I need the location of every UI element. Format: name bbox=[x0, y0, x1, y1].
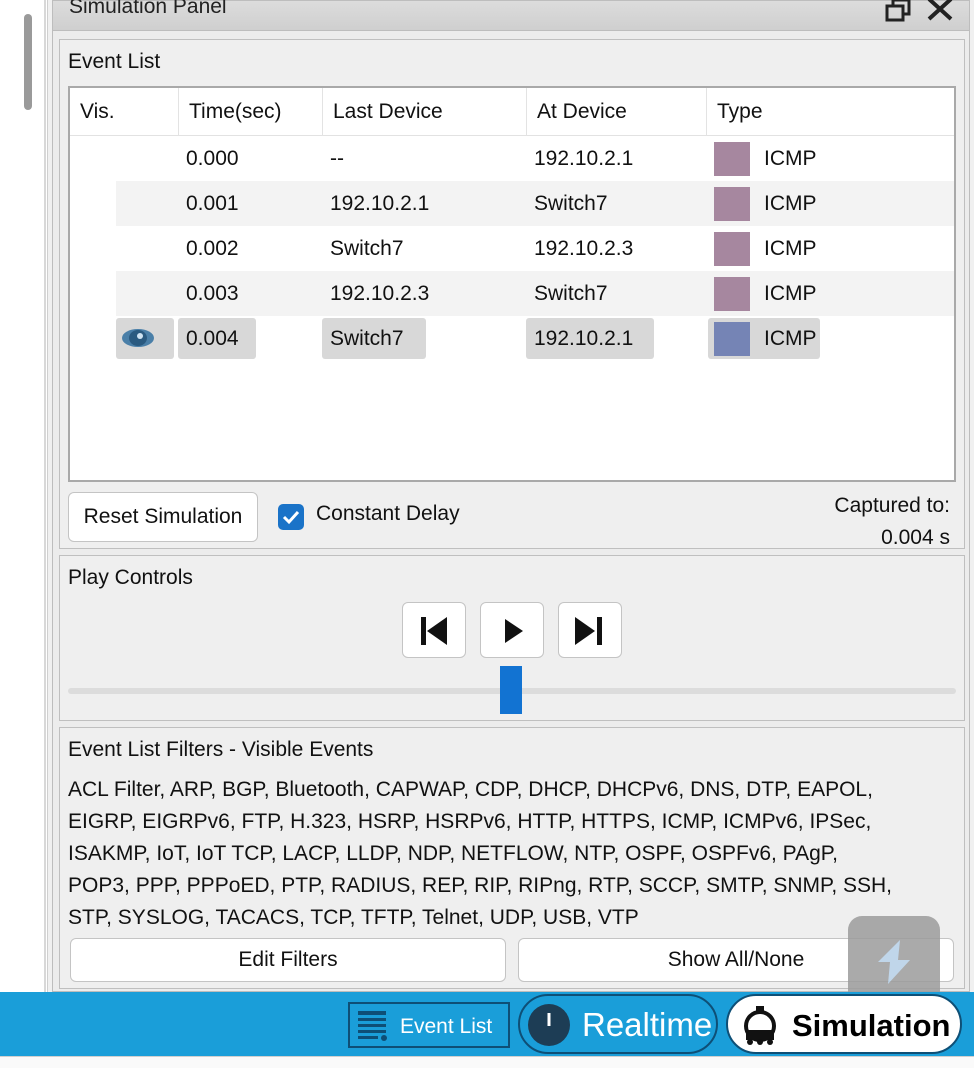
filter-line: ACL Filter, ARP, BGP, Bluetooth, CAPWAP,… bbox=[68, 778, 873, 801]
event-list-icon bbox=[358, 1011, 387, 1041]
at-device-cell: Switch7 bbox=[534, 282, 608, 305]
constant-delay-checkbox[interactable] bbox=[278, 504, 304, 530]
simulation-panel: Simulation Panel Event List Vis. Time(se… bbox=[52, 0, 970, 992]
visible-events-list: ACL Filter, ARP, BGP, Bluetooth, CAPWAP,… bbox=[68, 774, 958, 934]
checkmark-icon bbox=[282, 510, 300, 525]
time-cell: 0.003 bbox=[186, 282, 239, 305]
stopwatch-icon bbox=[744, 1006, 776, 1045]
last-device-cell: Switch7 bbox=[330, 237, 404, 260]
speed-slider-thumb[interactable] bbox=[500, 666, 522, 714]
status-strip bbox=[0, 1056, 974, 1068]
time-cell: 0.004 bbox=[178, 318, 256, 359]
table-row[interactable]: 0.002 Switch7 192.10.2.3 ICMP bbox=[70, 226, 954, 271]
time-cell: 0.002 bbox=[186, 237, 239, 260]
table-row[interactable]: 0.000 -- 192.10.2.1 ICMP bbox=[70, 136, 954, 181]
event-list-toggle-label: Event List bbox=[400, 1015, 493, 1038]
table-header: Vis. Time(sec) Last Device At Device Typ… bbox=[70, 88, 954, 136]
at-device-cell: 192.10.2.1 bbox=[534, 147, 634, 170]
type-cell: ICMP bbox=[764, 327, 817, 350]
last-device-cell: 192.10.2.1 bbox=[330, 192, 430, 215]
event-list-toggle-button[interactable]: Event List bbox=[348, 1002, 510, 1048]
restore-window-icon[interactable] bbox=[883, 0, 913, 23]
event-list-section: Event List Vis. Time(sec) Last Device At… bbox=[59, 39, 965, 549]
type-cell: ICMP bbox=[764, 147, 817, 170]
play-controls-section: Play Controls bbox=[59, 555, 965, 721]
simulation-mode-button[interactable]: Simulation bbox=[726, 994, 962, 1054]
col-last-device[interactable]: Last Device bbox=[322, 88, 526, 136]
constant-delay-label: Constant Delay bbox=[316, 502, 460, 525]
last-device-cell: Switch7 bbox=[322, 318, 426, 359]
panel-title: Simulation Panel bbox=[69, 0, 227, 18]
col-type[interactable]: Type bbox=[706, 88, 954, 136]
back-icon bbox=[421, 617, 447, 645]
col-at-device[interactable]: At Device bbox=[526, 88, 706, 136]
filters-title: Event List Filters - Visible Events bbox=[68, 738, 374, 761]
table-row[interactable]: 0.001 192.10.2.1 Switch7 ICMP bbox=[70, 181, 954, 226]
play-icon bbox=[505, 619, 523, 643]
divider bbox=[44, 0, 46, 992]
table-row-selected[interactable]: 0.004 Switch7 192.10.2.1 ICMP bbox=[70, 316, 954, 361]
forward-button[interactable] bbox=[558, 602, 622, 658]
play-button[interactable] bbox=[480, 602, 544, 658]
mode-bar: Event List Realtime Simulation bbox=[0, 992, 974, 1056]
filter-line: ISAKMP, IoT, IoT TCP, LACP, LLDP, NDP, N… bbox=[68, 842, 838, 865]
col-time[interactable]: Time(sec) bbox=[178, 88, 322, 136]
type-cell: ICMP bbox=[764, 192, 817, 215]
realtime-mode-button[interactable]: Realtime bbox=[518, 994, 718, 1054]
type-color-swatch bbox=[714, 232, 750, 266]
event-list-title: Event List bbox=[68, 50, 161, 73]
panel-titlebar[interactable]: Simulation Panel bbox=[53, 0, 969, 31]
type-color-swatch bbox=[714, 322, 750, 356]
event-table: Vis. Time(sec) Last Device At Device Typ… bbox=[68, 86, 956, 482]
captured-to: Captured to: 0.004 s bbox=[834, 490, 950, 554]
captured-value: 0.004 s bbox=[881, 526, 950, 549]
row-blank bbox=[70, 271, 116, 316]
type-color-swatch bbox=[714, 187, 750, 221]
play-controls-title: Play Controls bbox=[68, 566, 193, 589]
simulation-label: Simulation bbox=[792, 1008, 951, 1043]
table-row[interactable]: 0.003 192.10.2.3 Switch7 ICMP bbox=[70, 271, 954, 316]
captured-label: Captured to: bbox=[834, 494, 950, 517]
last-device-cell: 192.10.2.3 bbox=[330, 282, 430, 305]
left-scrollbar[interactable] bbox=[24, 14, 32, 110]
filter-line: POP3, PPP, PPPoED, PTP, RADIUS, REP, RIP… bbox=[68, 874, 893, 897]
type-color-swatch bbox=[714, 277, 750, 311]
forward-icon bbox=[575, 617, 602, 645]
edit-filters-button[interactable]: Edit Filters bbox=[70, 938, 506, 982]
col-vis[interactable]: Vis. bbox=[70, 88, 178, 136]
row-blank bbox=[70, 181, 116, 226]
close-icon[interactable] bbox=[925, 0, 955, 23]
left-workspace-strip bbox=[0, 0, 48, 992]
last-device-cell: -- bbox=[330, 147, 344, 170]
back-button[interactable] bbox=[402, 602, 466, 658]
reset-simulation-button[interactable]: Reset Simulation bbox=[68, 492, 258, 542]
type-cell: ICMP bbox=[764, 237, 817, 260]
clock-icon bbox=[528, 1004, 570, 1046]
event-filters-section: Event List Filters - Visible Events ACL … bbox=[59, 727, 965, 989]
at-device-cell: 192.10.2.1 bbox=[526, 318, 654, 359]
filter-line: STP, SYSLOG, TACACS, TCP, TFTP, Telnet, … bbox=[68, 906, 639, 929]
at-device-cell: Switch7 bbox=[534, 192, 608, 215]
type-color-swatch bbox=[714, 142, 750, 176]
time-cell: 0.001 bbox=[186, 192, 239, 215]
time-cell: 0.000 bbox=[186, 147, 239, 170]
filter-line: EIGRP, EIGRPv6, FTP, H.323, HSRP, HSRPv6… bbox=[68, 810, 872, 833]
eye-icon[interactable] bbox=[116, 318, 174, 359]
at-device-cell: 192.10.2.3 bbox=[534, 237, 634, 260]
type-cell: ICMP bbox=[764, 282, 817, 305]
realtime-label: Realtime bbox=[582, 1006, 713, 1043]
